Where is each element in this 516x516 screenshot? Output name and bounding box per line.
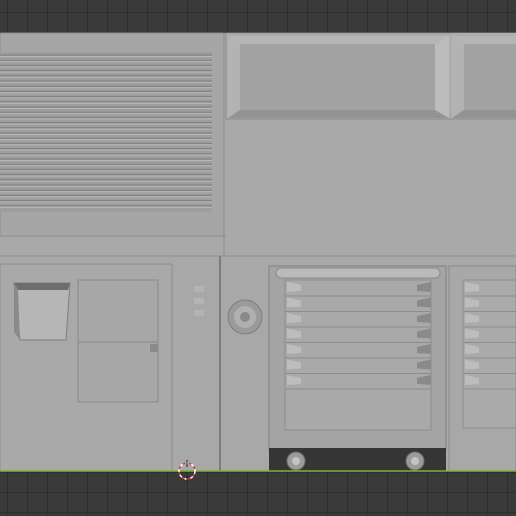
top-right-panels [225, 32, 516, 256]
model-mesh [0, 32, 516, 472]
cart-wheel-right [405, 451, 425, 471]
3d-viewport[interactable] [0, 0, 516, 516]
3d-cursor-icon[interactable] [176, 460, 198, 482]
vent-panel [0, 32, 225, 237]
round-knob [227, 299, 263, 335]
tool-cart [268, 265, 447, 471]
right-cabinet [448, 265, 516, 472]
cart-wheel-left [286, 451, 306, 471]
lower-left-door [0, 263, 173, 472]
